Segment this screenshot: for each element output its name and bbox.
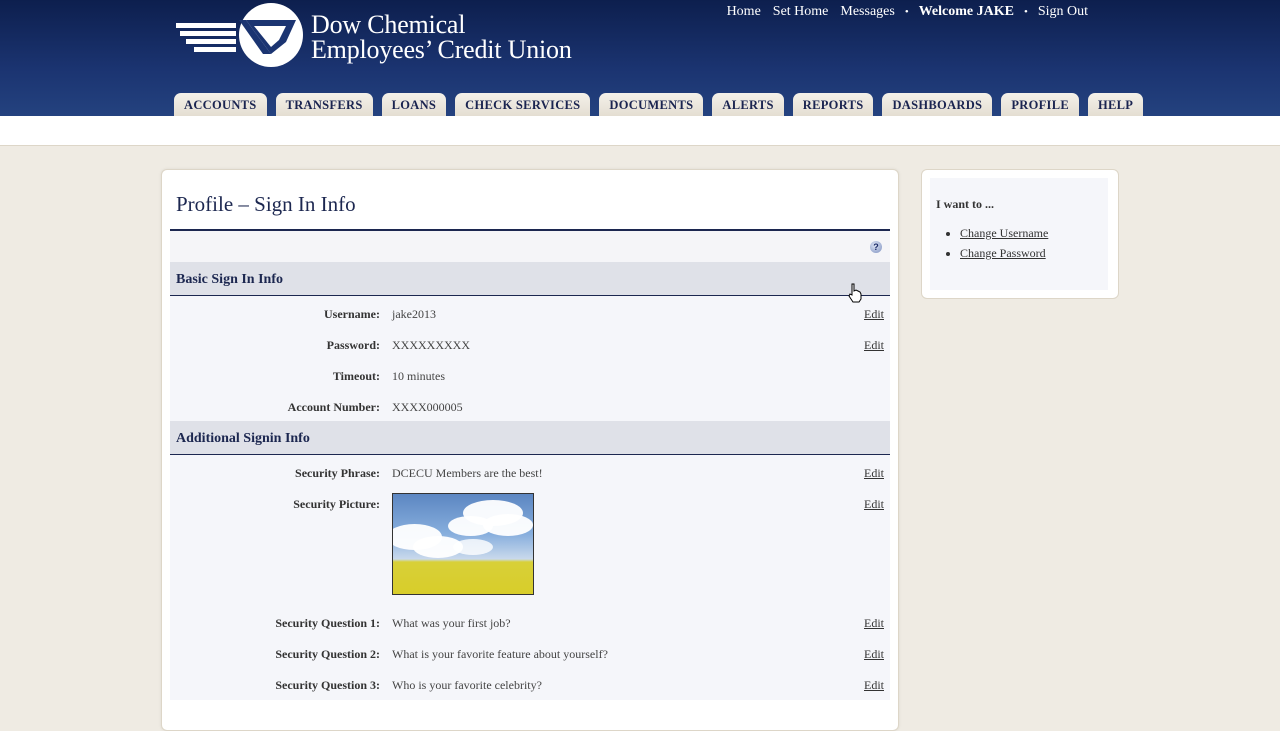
profile-panel: Profile – Sign In Info ? Basic Sign In I… (161, 169, 899, 731)
security-phrase-value: DCECU Members are the best! (392, 466, 543, 480)
security-question-3-row: Security Question 3: Who is your favorit… (170, 678, 890, 700)
security-question-2-value: What is your favorite feature about your… (392, 647, 608, 661)
tab-help[interactable]: HELP (1087, 93, 1144, 116)
help-bar: ? (170, 231, 890, 262)
brand-line-1: Dow Chemical (311, 10, 466, 39)
quick-actions-title: I want to ... (936, 197, 995, 211)
edit-username-link[interactable]: Edit (864, 307, 884, 322)
edit-security-picture-link[interactable]: Edit (864, 497, 884, 512)
help-icon[interactable]: ? (870, 241, 882, 253)
edit-security-question-3-link[interactable]: Edit (864, 678, 884, 693)
welcome-text: Welcome JAKE (918, 4, 1014, 19)
quick-actions-body: I want to ... Change Username Change Pas… (930, 178, 1108, 290)
timeout-row: Timeout: 10 minutes (170, 369, 890, 391)
password-row: Password: XXXXXXXXX Edit (170, 338, 890, 360)
tab-transfers[interactable]: TRANSFERS (275, 93, 373, 116)
change-password-link[interactable]: Change Password (960, 246, 1046, 260)
tab-loans[interactable]: LOANS (381, 93, 447, 116)
tab-reports[interactable]: REPORTS (792, 93, 874, 116)
site-header: Dow Chemical Employees’ Credit Union Hom… (0, 0, 1280, 116)
account-number-value: XXXX000005 (392, 400, 463, 414)
change-username-link[interactable]: Change Username (960, 226, 1048, 240)
page-title: Profile – Sign In Info (176, 192, 356, 216)
security-phrase-row: Security Phrase: DCECU Members are the b… (170, 466, 890, 488)
security-question-1-label: Security Question 1: (275, 616, 380, 630)
security-question-2-row: Security Question 2: What is your favori… (170, 647, 890, 669)
credit-union-logo[interactable] (176, 2, 306, 68)
main-nav-tabs: ACCOUNTS TRANSFERS LOANS CHECK SERVICES … (174, 93, 1144, 116)
tab-dashboards[interactable]: DASHBOARDS (882, 93, 993, 116)
sign-out-link[interactable]: Sign Out (1038, 4, 1088, 20)
section-header-basic: Basic Sign In Info (170, 262, 890, 296)
messages-link[interactable]: Messages (840, 4, 894, 20)
edit-security-question-2-link[interactable]: Edit (864, 647, 884, 662)
hand-cursor-icon (848, 283, 862, 303)
account-number-label: Account Number: (287, 400, 380, 414)
quick-actions-list: Change Username Change Password (936, 226, 1048, 266)
top-links: Home Set Home Messages • Welcome JAKE • … (715, 4, 1088, 20)
sub-nav-bar (0, 116, 1280, 146)
edit-security-phrase-link[interactable]: Edit (864, 466, 884, 481)
tab-alerts[interactable]: ALERTS (712, 93, 784, 116)
security-picture-label: Security Picture: (293, 497, 380, 511)
password-value: XXXXXXXXX (392, 338, 470, 352)
username-row: Username: jake2013 Edit (170, 307, 890, 329)
home-link[interactable]: Home (727, 4, 761, 20)
tab-documents[interactable]: DOCUMENTS (599, 93, 704, 116)
edit-password-link[interactable]: Edit (864, 338, 884, 353)
tab-profile[interactable]: PROFILE (1001, 93, 1079, 116)
set-home-link[interactable]: Set Home (773, 4, 829, 20)
list-item: Change Password (960, 246, 1048, 261)
edit-security-question-1-link[interactable]: Edit (864, 616, 884, 631)
security-question-3-value: Who is your favorite celebrity? (392, 678, 542, 692)
brand-name: Dow Chemical Employees’ Credit Union (311, 10, 572, 64)
security-question-1-value: What was your first job? (392, 616, 511, 630)
timeout-label: Timeout: (332, 369, 380, 383)
username-value: jake2013 (392, 307, 436, 321)
security-question-1-row: Security Question 1: What was your first… (170, 616, 890, 638)
quick-actions-panel: I want to ... Change Username Change Pas… (921, 169, 1119, 299)
security-picture-image (392, 493, 534, 595)
list-item: Change Username (960, 226, 1048, 241)
account-number-row: Account Number: XXXX000005 (170, 400, 890, 422)
brand-line-2: Employees’ Credit Union (311, 35, 572, 64)
username-label: Username: (324, 307, 380, 321)
security-phrase-label: Security Phrase: (295, 466, 380, 480)
timeout-value: 10 minutes (392, 369, 445, 383)
security-question-2-label: Security Question 2: (275, 647, 380, 661)
section-header-additional: Additional Signin Info (170, 421, 890, 455)
security-question-3-label: Security Question 3: (275, 678, 380, 692)
tab-check-services[interactable]: CHECK SERVICES (455, 93, 591, 116)
password-label: Password: (326, 338, 380, 352)
tab-accounts[interactable]: ACCOUNTS (174, 93, 267, 116)
separator-dot: • (904, 6, 909, 18)
separator-dot: • (1023, 6, 1028, 18)
